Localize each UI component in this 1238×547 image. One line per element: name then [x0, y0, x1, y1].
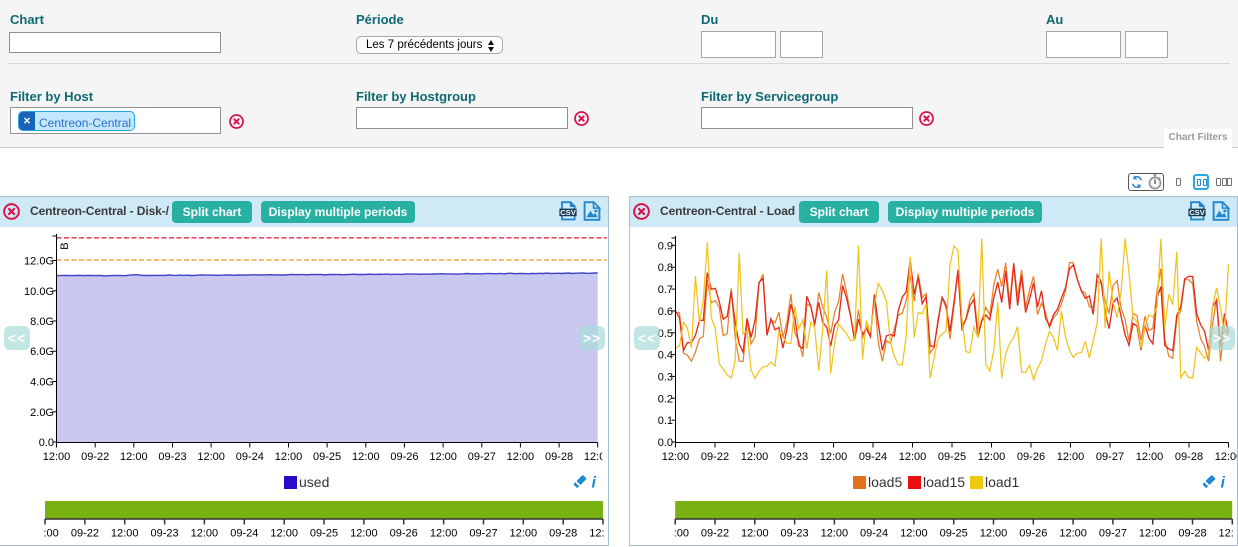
svg-text:09-24: 09-24: [230, 528, 258, 540]
svg-text:12:00: 12:00: [270, 528, 298, 540]
svg-text:0.9: 0.9: [658, 240, 673, 252]
svg-text:12:00: 12:00: [510, 528, 538, 540]
svg-text:09-26: 09-26: [390, 528, 418, 540]
svg-text:12:00: 12:00: [350, 528, 378, 540]
svg-text:0.8: 0.8: [658, 262, 673, 274]
svg-text:09-27: 09-27: [1096, 451, 1124, 463]
svg-text:12:00: 12:00: [191, 528, 219, 540]
svg-text:09-22: 09-22: [81, 451, 109, 463]
svg-text:12:00: 12:00: [900, 528, 928, 540]
svg-text:09-23: 09-23: [158, 451, 186, 463]
svg-text:6.0G: 6.0G: [30, 346, 54, 358]
svg-text:12:00: 12:00: [507, 451, 535, 463]
svg-text:CSV: CSV: [560, 208, 577, 217]
svg-text:09-28: 09-28: [545, 451, 573, 463]
svg-text:12:00: 12:00: [1219, 528, 1237, 540]
svg-text:12:00: 12:00: [43, 451, 71, 463]
svg-text:09-25: 09-25: [938, 451, 966, 463]
svg-text:09-23: 09-23: [151, 528, 179, 540]
svg-text:12:00: 12:00: [741, 528, 769, 540]
svg-text:0.0: 0.0: [39, 437, 54, 449]
svg-text:4.0G: 4.0G: [30, 377, 54, 389]
svg-text:09-28: 09-28: [1175, 451, 1203, 463]
svg-text:09-24: 09-24: [236, 451, 264, 463]
svg-text:09-26: 09-26: [1019, 528, 1047, 540]
svg-text:09-28: 09-28: [1178, 528, 1206, 540]
svg-text:0.7: 0.7: [658, 284, 673, 296]
svg-text:12:00: 12:00: [1059, 528, 1087, 540]
svg-text:12:00: 12:00: [820, 451, 848, 463]
svg-text:8.0G: 8.0G: [30, 316, 54, 328]
svg-text:12:00: 12:00: [899, 451, 927, 463]
svg-text:09-22: 09-22: [71, 528, 99, 540]
svg-text:09-24: 09-24: [860, 528, 888, 540]
svg-text:12:00: 12:00: [1057, 451, 1085, 463]
svg-text:CSV: CSV: [1189, 208, 1206, 217]
svg-text:0.0: 0.0: [658, 437, 673, 449]
svg-text:09-22: 09-22: [701, 451, 729, 463]
svg-text:10.0G: 10.0G: [24, 286, 54, 298]
svg-text:09-27: 09-27: [468, 451, 496, 463]
svg-text:09-24: 09-24: [859, 451, 887, 463]
svg-text:12:00: 12:00: [584, 451, 608, 463]
svg-text:12:00: 12:00: [978, 451, 1006, 463]
svg-text:12:00: 12:00: [429, 451, 457, 463]
svg-text:12:00: 12:00: [821, 528, 849, 540]
svg-text:0.2: 0.2: [658, 393, 673, 405]
svg-text:12:00: 12:00: [352, 451, 380, 463]
svg-text:09-28: 09-28: [549, 528, 577, 540]
svg-text:09-22: 09-22: [701, 528, 729, 540]
svg-text:09-26: 09-26: [1017, 451, 1045, 463]
svg-text:12:00: 12:00: [589, 528, 608, 540]
svg-text:12:00: 12:00: [1215, 451, 1237, 463]
svg-text:2.0G: 2.0G: [30, 407, 54, 419]
svg-text:12:00: 12:00: [120, 451, 148, 463]
svg-text:12.0G: 12.0G: [24, 256, 54, 268]
svg-text:12:00: 12:00: [111, 528, 139, 540]
svg-text:12:00: 12:00: [430, 528, 458, 540]
svg-text:12:00: 12:00: [661, 528, 689, 540]
svg-text:12:00: 12:00: [275, 451, 303, 463]
svg-text:0.3: 0.3: [658, 371, 673, 383]
svg-text:0.1: 0.1: [658, 415, 673, 427]
svg-text:B: B: [59, 242, 71, 249]
svg-text:09-27: 09-27: [469, 528, 497, 540]
svg-text:0.6: 0.6: [658, 306, 673, 318]
svg-text:12:00: 12:00: [31, 528, 59, 540]
svg-text:09-25: 09-25: [313, 451, 341, 463]
svg-text:09-23: 09-23: [781, 528, 809, 540]
svg-text:09-25: 09-25: [940, 528, 968, 540]
svg-text:09-26: 09-26: [390, 451, 418, 463]
svg-text:09-25: 09-25: [310, 528, 338, 540]
svg-text:09-27: 09-27: [1099, 528, 1127, 540]
svg-text:i: i: [1221, 475, 1226, 490]
svg-text:12:00: 12:00: [741, 451, 769, 463]
svg-text:12:00: 12:00: [662, 451, 690, 463]
svg-text:i: i: [592, 475, 597, 490]
svg-text:12:00: 12:00: [197, 451, 225, 463]
svg-text:12:00: 12:00: [980, 528, 1008, 540]
svg-text:12:00: 12:00: [1139, 528, 1167, 540]
svg-text:09-23: 09-23: [780, 451, 808, 463]
svg-text:12:00: 12:00: [1136, 451, 1164, 463]
svg-text:0.4: 0.4: [658, 350, 673, 362]
